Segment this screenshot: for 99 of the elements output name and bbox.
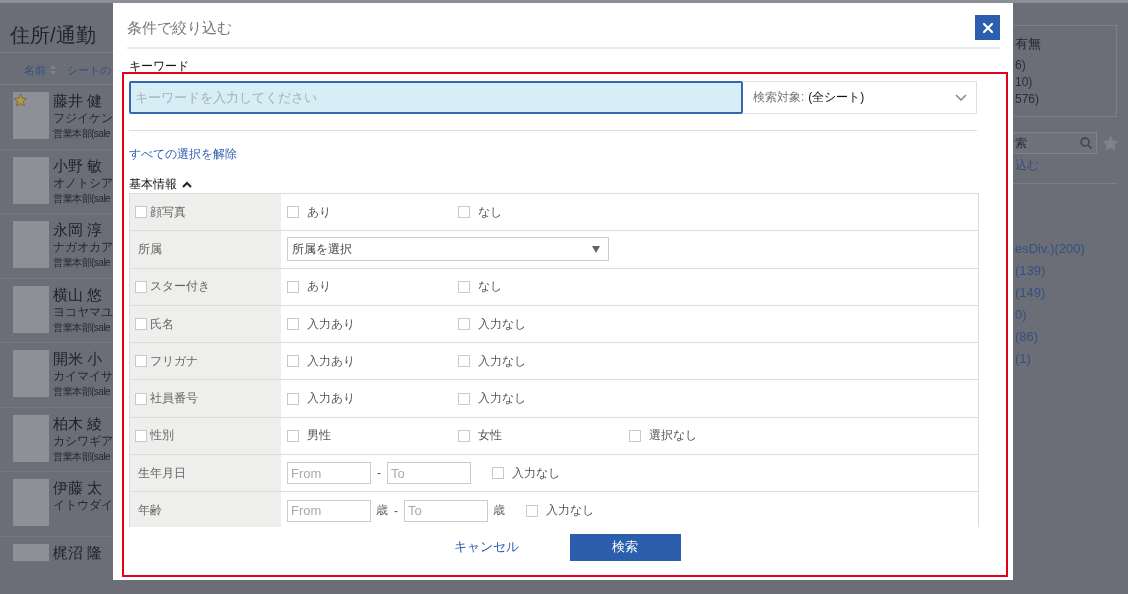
criteria-label: 性別 [150, 427, 174, 445]
person-kana: オノトシア [53, 175, 113, 191]
option-label: 入力なし [546, 502, 594, 519]
department-link[interactable]: (86) [1013, 326, 1039, 348]
department-link[interactable]: (1) [1013, 348, 1031, 370]
checkbox[interactable] [458, 355, 470, 368]
criteria-label: スター付き [150, 278, 210, 296]
person-name: 柏木 綾 [53, 414, 104, 433]
option-label: あり [307, 278, 331, 296]
checkbox[interactable] [458, 429, 470, 442]
search-icon [1080, 137, 1092, 149]
person-department: 営業本部(sale [53, 385, 112, 399]
range-to-field[interactable]: To [387, 462, 471, 485]
section-title[interactable]: 基本情報 [129, 176, 177, 192]
checkbox[interactable] [135, 355, 147, 368]
checkbox[interactable] [458, 318, 470, 331]
criteria-label: 社員番号 [150, 390, 198, 408]
chevron-down-icon [955, 94, 967, 101]
option-label: 入力なし [478, 390, 526, 408]
option-label: 選択なし [649, 427, 697, 445]
person-name: 梶沼 隆 [53, 543, 103, 561]
checkbox[interactable] [135, 280, 147, 293]
option-label: なし [478, 203, 502, 221]
close-button[interactable] [975, 15, 1000, 40]
close-icon [982, 22, 993, 33]
checkbox[interactable] [287, 206, 299, 219]
department-link[interactable]: (139) [1013, 260, 1046, 282]
person-name: 永岡 淳 [53, 221, 104, 239]
person-department: 営業本部(sale [53, 191, 112, 206]
person-kana: カイマイサ [53, 369, 113, 384]
option-label: 男性 [307, 427, 331, 445]
photo-placeholder [13, 92, 49, 139]
range-separator: - [394, 503, 398, 518]
count-text: 10) [1015, 74, 1033, 91]
search-button[interactable]: 検索 [569, 533, 681, 561]
person-kana: カシワギア [53, 433, 113, 449]
person-name: 小野 敏 [53, 156, 104, 175]
option-label: なし [478, 278, 502, 296]
clear-selection-link[interactable]: すべての選択を解除 [129, 146, 237, 162]
option-label: あり [307, 203, 331, 221]
person-kana: イトウダイ [53, 498, 113, 513]
criteria-label: 年齢 [138, 502, 162, 519]
checkbox[interactable] [287, 318, 299, 331]
criteria-label: 顔写真 [150, 203, 186, 221]
option-label: 女性 [478, 427, 502, 445]
affiliation-select[interactable]: 所属を選択 [287, 237, 609, 262]
person-department: 営業本部(sale [53, 320, 112, 335]
checkbox[interactable] [135, 206, 147, 219]
department-link[interactable]: (149) [1013, 282, 1046, 304]
cancel-link[interactable]: キャンセル [453, 538, 519, 556]
option-label: 入力なし [478, 352, 526, 370]
person-kana: ヨコヤマユ [53, 304, 113, 320]
checkbox[interactable] [287, 392, 299, 405]
person-kana: フジイケン [53, 111, 113, 126]
checkbox[interactable] [492, 467, 504, 480]
criteria-label: フリガナ [150, 352, 198, 370]
checkbox[interactable] [458, 280, 470, 293]
checkbox[interactable] [526, 504, 538, 517]
option-label: 入力なし [478, 315, 526, 333]
dropdown-triangle-icon [592, 245, 600, 253]
option-label: 入力あり [307, 352, 355, 370]
department-link[interactable]: esDiv.)(200) [1013, 238, 1085, 260]
keyword-label: キーワード [129, 58, 189, 74]
checkbox[interactable] [135, 318, 147, 331]
criteria-label: 氏名 [150, 315, 174, 333]
option-label: 入力あり [307, 390, 355, 408]
unit-label: 歳 [493, 502, 505, 519]
scope-select[interactable]: 検索対象: (全シート) [743, 81, 977, 114]
unit-label: 歳 [376, 502, 388, 519]
option-label: 入力あり [307, 315, 355, 333]
person-department: 営業本部(sale [53, 256, 112, 270]
range-from-field[interactable]: From [287, 462, 371, 485]
checkbox[interactable] [458, 206, 470, 219]
panel-heading: 有無 [1015, 35, 1042, 52]
search-field[interactable]: 索 [1013, 132, 1097, 154]
range-from-field[interactable]: From [287, 499, 371, 522]
checkbox[interactable] [287, 355, 299, 368]
person-name: 横山 悠 [53, 285, 104, 304]
person-kana: ナガオカア [53, 240, 113, 255]
count-text: 576) [1015, 91, 1040, 108]
person-name: 伊藤 太 [53, 479, 104, 497]
checkbox[interactable] [458, 392, 470, 405]
person-name: 藤井 健 [53, 92, 104, 110]
count-text: 6) [1015, 57, 1026, 74]
person-department: 営業本部(sale [53, 127, 112, 141]
checkbox[interactable] [135, 429, 147, 442]
criteria-label: 所属 [138, 240, 162, 258]
dialog-title: 条件で絞り込む [127, 17, 232, 38]
option-label: 入力なし [512, 464, 560, 482]
checkbox[interactable] [135, 392, 147, 405]
criteria-label: 生年月日 [138, 464, 186, 482]
person-name: 開米 小 [53, 350, 104, 368]
checkbox[interactable] [287, 280, 299, 293]
range-to-field[interactable]: To [404, 499, 488, 522]
checkbox[interactable] [287, 429, 299, 442]
person-department: 営業本部(sale [53, 449, 112, 464]
checkbox[interactable] [629, 429, 641, 442]
chevron-up-icon[interactable] [182, 180, 192, 188]
range-separator: - [377, 466, 381, 481]
